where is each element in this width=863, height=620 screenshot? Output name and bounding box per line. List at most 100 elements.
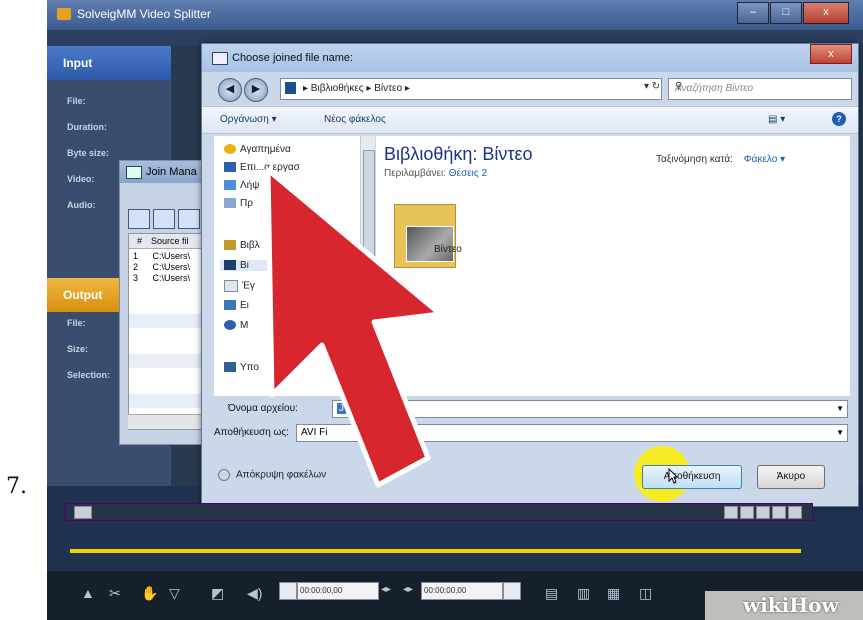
input-bytesize-label: Byte size:: [67, 148, 110, 158]
filename-input[interactable]: J ▼: [332, 400, 848, 418]
recent-places-icon: [224, 198, 236, 209]
video-library-icon: [224, 260, 236, 271]
marker-up-icon[interactable]: ▲: [81, 585, 95, 601]
close-button[interactable]: x: [803, 2, 849, 24]
list-item[interactable]: 2 C:\Users\: [133, 262, 190, 272]
comment-icon[interactable]: ▽: [169, 585, 180, 602]
marker-out-icon[interactable]: [503, 582, 521, 600]
saveas-row: Αποθήκευση ως: AVI Fi ▼: [214, 422, 850, 444]
time-start-field[interactable]: 00:00:00,00: [297, 582, 379, 600]
folder-label[interactable]: Βίντεο: [434, 244, 462, 255]
timeline-start-button[interactable]: [74, 506, 92, 519]
zoom-icon[interactable]: [772, 506, 786, 519]
export-icon[interactable]: ◩: [211, 585, 224, 602]
scrollbar-thumb[interactable]: [363, 150, 375, 342]
save-segment-icon[interactable]: ◫: [639, 585, 652, 602]
time-end-field[interactable]: 00:00:00,00: [421, 582, 503, 600]
library-includes: Περιλαμβάνει: Θέσεις 2: [384, 168, 487, 179]
segment-icon[interactable]: ▦: [607, 585, 620, 602]
filename-value: J: [337, 403, 346, 414]
view-options-icon[interactable]: ▤ ▾: [768, 114, 785, 125]
nav-item-downloads[interactable]: Λήψ: [224, 180, 259, 191]
zoom-icon[interactable]: [788, 506, 802, 519]
music-icon: [224, 320, 236, 331]
forward-arrow-icon[interactable]: ▶: [244, 78, 268, 102]
nav-item-desktop[interactable]: Επι...α εργασ: [224, 162, 300, 173]
maximize-button[interactable]: □: [770, 2, 802, 24]
locations-link[interactable]: Θέσεις 2: [449, 168, 487, 179]
filename-label: Όνομα αρχείου:: [228, 403, 298, 414]
dialog-title: Choose joined file name:: [232, 52, 354, 64]
nav-item-videos[interactable]: Βι: [220, 260, 354, 271]
new-folder-button[interactable]: Νέος φάκελος: [324, 114, 386, 125]
search-input[interactable]: Αναζήτηση Βίντεο ⚲: [668, 78, 852, 100]
folder-icon[interactable]: [392, 196, 458, 272]
dialog-close-button[interactable]: x: [810, 44, 852, 64]
move-icon[interactable]: [178, 209, 200, 229]
nav-item-pictures[interactable]: Ει: [224, 300, 249, 311]
step-icon[interactable]: ◂▸: [403, 584, 413, 595]
filename-row: Όνομα αρχείου: J ▼: [214, 398, 850, 420]
save-button[interactable]: Αποθήκευση: [642, 465, 742, 489]
dialog-icon: [212, 52, 228, 65]
search-icon[interactable]: ⚲: [675, 81, 847, 92]
computer-icon: [224, 362, 236, 373]
command-bar: Οργάνωση ▾ Νέος φάκελος ▤ ▾ ?: [202, 106, 858, 134]
input-panel-header[interactable]: Input: [47, 46, 171, 80]
organize-menu[interactable]: Οργάνωση ▾: [220, 114, 277, 125]
saveas-label: Αποθήκευση ως:: [214, 427, 289, 438]
zoom-icon[interactable]: [756, 506, 770, 519]
nav-item-libraries[interactable]: Βιβλ: [224, 240, 260, 251]
collapse-icon: [218, 469, 230, 481]
list-item[interactable]: 3 C:\Users\: [133, 273, 190, 283]
star-icon: [224, 144, 236, 155]
list-item[interactable]: 1 C:\Users\: [133, 251, 190, 261]
add-file-icon[interactable]: [128, 209, 150, 229]
nav-item-documents[interactable]: Έγ: [224, 280, 255, 292]
input-panel-title: Input: [63, 56, 93, 70]
wikihow-watermark: wikiHow: [705, 591, 863, 620]
nav-pane-scrollbar[interactable]: [360, 136, 375, 396]
refresh-icon[interactable]: ▾ ↻: [644, 81, 660, 92]
nav-item-favorites[interactable]: Αγαπημένα: [224, 144, 291, 155]
input-file-label: File:: [67, 96, 86, 106]
input-video-label: Video:: [67, 174, 95, 184]
zoom-icon[interactable]: [724, 506, 738, 519]
column-number: #: [137, 236, 143, 246]
thumb-icon[interactable]: ✋: [141, 585, 158, 602]
join-manager-title: Join Mana: [146, 166, 197, 178]
arrange-label: Ταξινόμηση κατά:: [656, 154, 733, 165]
arrange-by: Ταξινόμηση κατά: Φάκελο ▾: [656, 154, 785, 165]
zoom-icon[interactable]: [740, 506, 754, 519]
mouse-cursor-icon: [668, 468, 678, 484]
row-number: 3: [133, 273, 139, 283]
back-arrow-icon[interactable]: ◀: [218, 78, 242, 102]
step-number: 7.: [6, 474, 27, 499]
cut-icon[interactable]: ✂: [109, 585, 121, 602]
address-bar[interactable]: ▸ Βιβλιοθήκες ▸ Βίντεο ▸: [280, 78, 662, 100]
chevron-down-icon[interactable]: ▼: [836, 428, 844, 437]
segment-icon[interactable]: ▥: [577, 585, 590, 602]
join-toolbar: [128, 209, 200, 229]
save-dialog: Choose joined file name: x ◀ ▶ ▸ Βιβλιοθ…: [201, 43, 859, 507]
navigation-bar: ◀ ▶ ▸ Βιβλιοθήκες ▸ Βίντεο ▸ ▾ ↻ Αναζήτη…: [212, 76, 852, 102]
arrange-dropdown[interactable]: Φάκελο ▾: [744, 154, 785, 165]
output-panel-title: Output: [63, 288, 103, 302]
hide-folders-toggle[interactable]: Απόκρυψη φακέλων: [218, 469, 326, 481]
timeline-slider[interactable]: [65, 503, 813, 521]
remove-file-icon[interactable]: [153, 209, 175, 229]
nav-item-computer[interactable]: Υπο: [224, 362, 259, 373]
help-icon[interactable]: ?: [832, 112, 846, 126]
segment-icon[interactable]: ▤: [545, 585, 558, 602]
cancel-button[interactable]: Άκυρο: [757, 465, 825, 489]
volume-icon[interactable]: ◀): [247, 585, 262, 602]
nav-item-recent[interactable]: Πρ: [224, 198, 253, 209]
marker-in-icon[interactable]: [279, 582, 297, 600]
chevron-down-icon[interactable]: ▼: [836, 404, 844, 413]
minimize-button[interactable]: –: [737, 2, 769, 24]
column-source-file: Source fil: [151, 236, 189, 246]
step-icon[interactable]: ◂▸: [381, 584, 391, 595]
nav-item-music[interactable]: Μ: [224, 320, 248, 331]
breadcrumb[interactable]: ▸ Βιβλιοθήκες ▸ Βίντεο ▸: [303, 83, 410, 94]
saveas-select[interactable]: AVI Fi ▼: [296, 424, 848, 442]
